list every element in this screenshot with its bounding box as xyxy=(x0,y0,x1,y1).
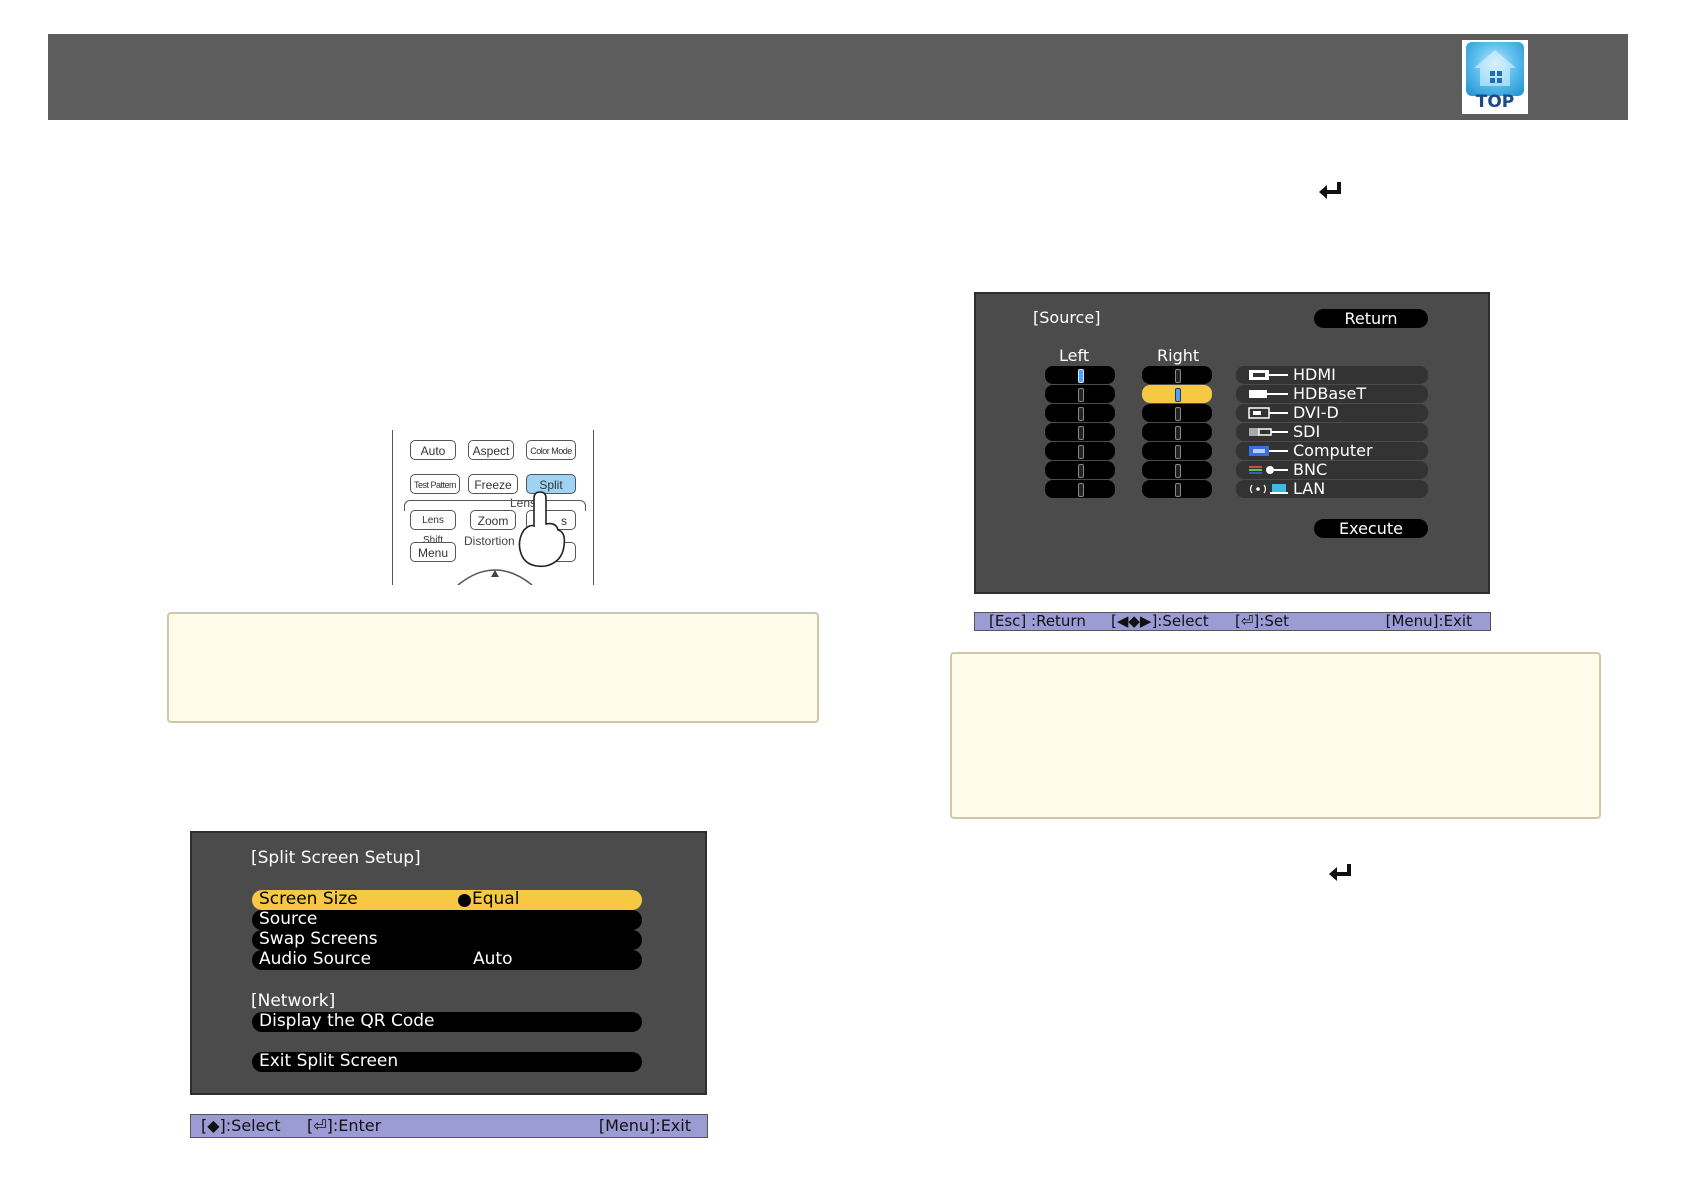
exit-split-label: Exit Split Screen xyxy=(259,1051,399,1071)
source-label-sdi: SDI xyxy=(1293,422,1321,441)
remote-lens-shift-button[interactable]: Lens Shift xyxy=(410,510,456,546)
right-slot-dvi-d[interactable] xyxy=(1142,404,1212,422)
home-icon xyxy=(1466,42,1524,96)
right-header: Right xyxy=(1157,346,1200,365)
left-slot-sdi[interactable] xyxy=(1045,423,1115,441)
right-slot-hdbaset[interactable] xyxy=(1142,385,1212,403)
dvi-connector-icon xyxy=(1248,407,1288,419)
remote-color-mode-button[interactable]: Color Mode xyxy=(526,440,576,460)
right-slot-computer[interactable] xyxy=(1142,442,1212,460)
right-slot-bnc[interactable] xyxy=(1142,461,1212,479)
source-label-hdbaset: HDBaseT xyxy=(1293,384,1367,403)
remote-auto-button[interactable]: Auto xyxy=(410,440,456,460)
return-label: Return xyxy=(1344,309,1398,328)
top-label: TOP xyxy=(1475,92,1515,112)
source-row-dvi-d: DVI-D xyxy=(1236,403,1428,422)
source-label-hdmi: HDMI xyxy=(1293,365,1336,384)
source-title: [Source] xyxy=(1033,308,1101,327)
right-slot-lan[interactable] xyxy=(1142,480,1212,498)
execute-button[interactable]: Execute xyxy=(1314,519,1428,538)
sdi-connector-icon xyxy=(1249,428,1288,436)
remote-aspect-button[interactable]: Aspect xyxy=(468,440,514,460)
left-slot-bnc[interactable] xyxy=(1045,461,1115,479)
enter-arrow-icon xyxy=(1329,864,1351,881)
status-select: [◀◆▶]:Select xyxy=(1111,612,1209,630)
audio-source-label: Audio Source xyxy=(259,949,372,969)
source-row-computer: Computer xyxy=(1236,441,1428,460)
return-button[interactable]: Return xyxy=(1314,309,1428,328)
left-slot-hdbaset[interactable] xyxy=(1045,385,1115,403)
left-slot-lan[interactable] xyxy=(1045,480,1115,498)
right-slot-sdi[interactable] xyxy=(1142,423,1212,441)
left-slot-hdmi[interactable] xyxy=(1045,366,1115,384)
status-enter: [⏎]:Enter xyxy=(307,1116,382,1135)
audio-source-value: Auto xyxy=(473,949,513,969)
split-setup-status-bar: [◆]:Select [⏎]:Enter [Menu]:Exit xyxy=(190,1114,708,1138)
note-box-left xyxy=(167,612,819,723)
source-label-bnc: BNC xyxy=(1293,460,1328,479)
computer-connector-icon xyxy=(1249,446,1288,456)
status-set: [⏎]:Set xyxy=(1235,612,1289,630)
source-label-computer: Computer xyxy=(1293,441,1373,460)
source-label-lan: LAN xyxy=(1293,479,1326,498)
note-box-right xyxy=(950,652,1601,819)
execute-label: Execute xyxy=(1339,519,1403,538)
split-setup-title: [Split Screen Setup] xyxy=(251,848,421,868)
source-row-sdi: SDI xyxy=(1236,422,1428,441)
bnc-connector-icon xyxy=(1249,466,1288,474)
status-return: [Esc] :Return xyxy=(989,612,1086,630)
lan-wireless-icon xyxy=(1249,484,1288,494)
source-label: Source xyxy=(259,909,318,929)
status-select: [◆]:Select xyxy=(201,1116,281,1135)
page-header xyxy=(48,34,1628,120)
network-header: [Network] xyxy=(251,991,336,1011)
distortion-label: Distortion xyxy=(464,534,515,548)
source-row-hdmi: HDMI xyxy=(1236,365,1428,384)
remote-test-pattern-button[interactable]: Test Pattern xyxy=(410,474,460,494)
swap-screens-label: Swap Screens xyxy=(259,929,378,949)
source-status-bar: [Esc] :Return [◀◆▶]:Select [⏎]:Set [Menu… xyxy=(974,612,1491,631)
source-row-bnc: BNC xyxy=(1236,460,1428,479)
hdbaset-connector-icon xyxy=(1249,390,1288,398)
source-row-lan: LAN xyxy=(1236,479,1428,498)
screen-size-label: Screen Size xyxy=(259,889,358,909)
right-slot-hdmi[interactable] xyxy=(1142,366,1212,384)
left-slot-dvi-d[interactable] xyxy=(1045,404,1115,422)
display-qr-label: Display the QR Code xyxy=(259,1011,435,1031)
screen-size-value: Equal xyxy=(472,889,520,909)
left-header: Left xyxy=(1059,346,1090,365)
left-slot-computer[interactable] xyxy=(1045,442,1115,460)
status-exit: [Menu]:Exit xyxy=(1385,612,1472,630)
status-exit: [Menu]:Exit xyxy=(598,1116,691,1135)
remote-control-illustration: Auto Aspect Color Mode Test Pattern Free… xyxy=(390,430,596,585)
pointing-hand-icon xyxy=(518,491,566,568)
source-label-dvi-d: DVI-D xyxy=(1293,403,1339,422)
top-link[interactable]: TOP xyxy=(1462,40,1528,114)
source-row-hdbaset: HDBaseT xyxy=(1236,384,1428,403)
enter-icon xyxy=(458,894,471,907)
enter-arrow-icon xyxy=(1319,182,1341,199)
hdmi-connector-icon xyxy=(1249,370,1288,380)
